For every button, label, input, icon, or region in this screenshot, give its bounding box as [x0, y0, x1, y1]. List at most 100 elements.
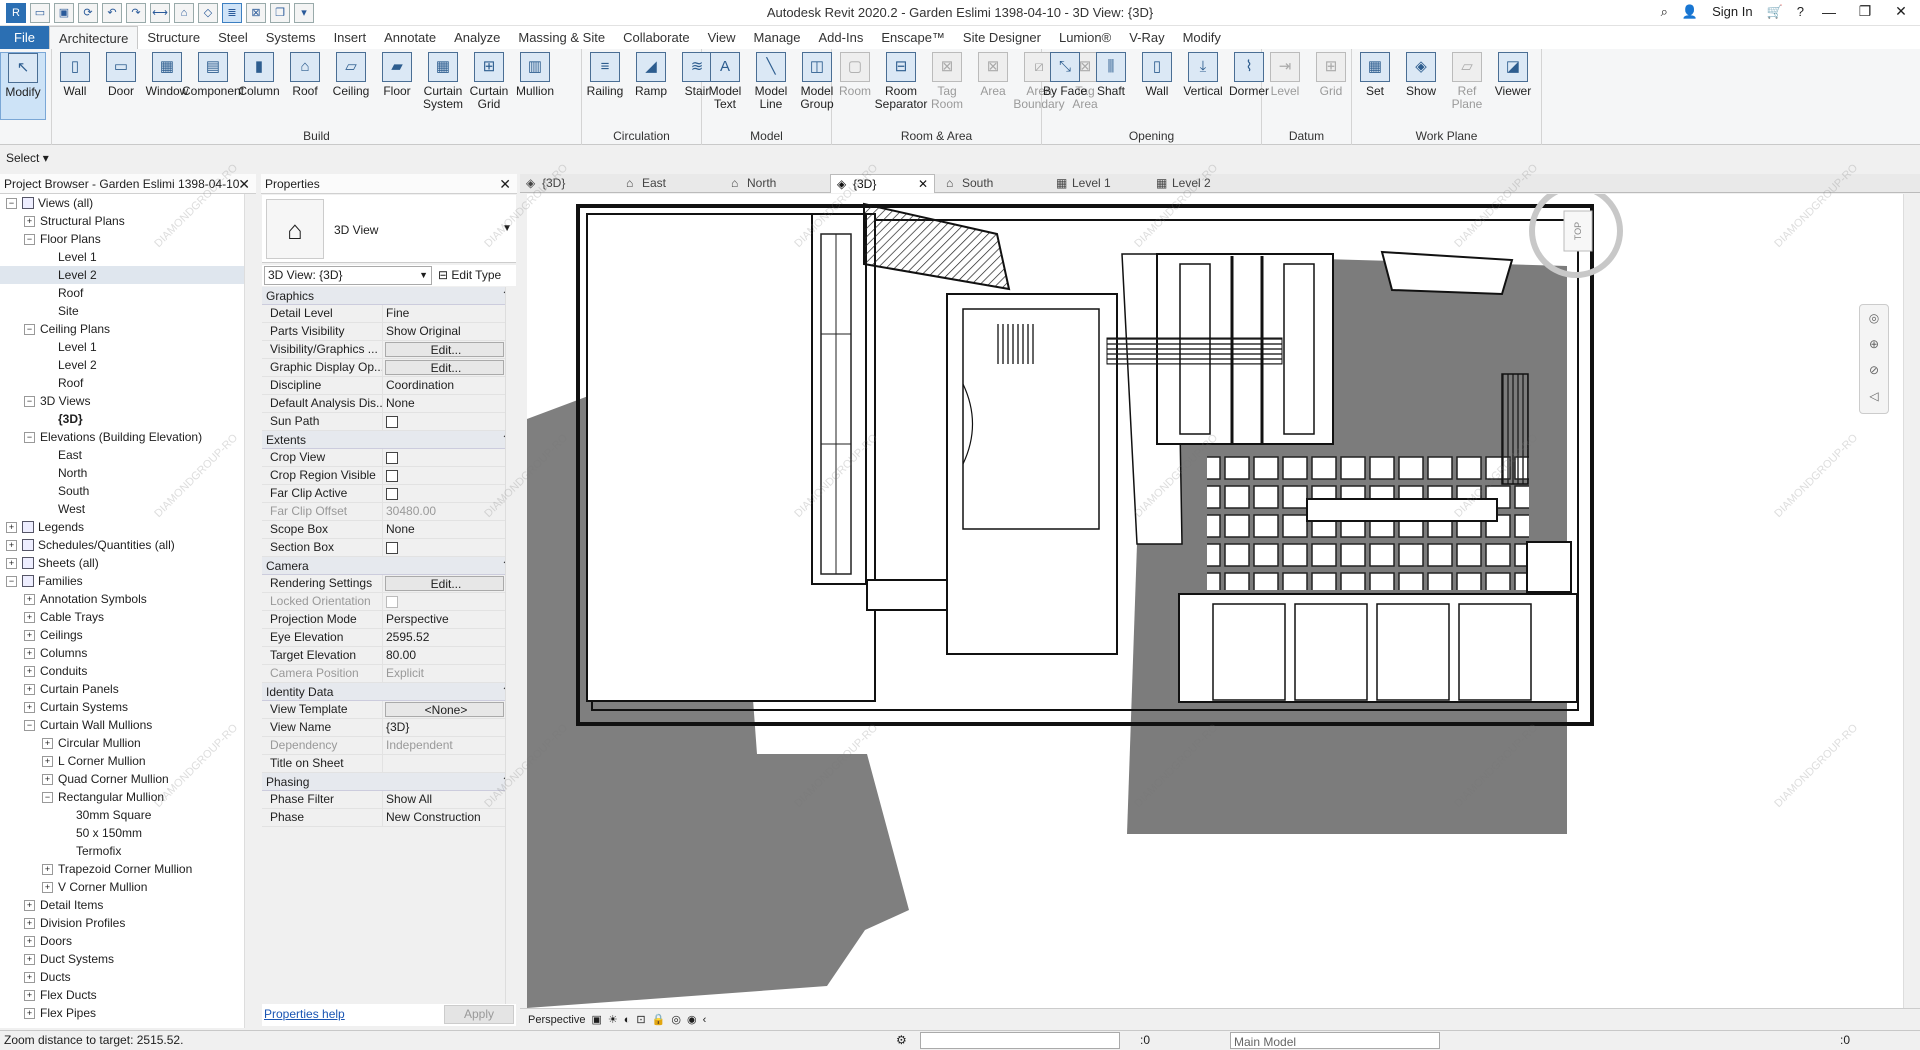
collapse-icon[interactable]: ‹: [703, 1014, 707, 1026]
expand-icon[interactable]: +: [42, 863, 53, 875]
expand-icon[interactable]: +: [6, 539, 17, 551]
browser-item[interactable]: North: [0, 464, 256, 482]
browser-item[interactable]: − Families: [0, 572, 256, 590]
view-tab[interactable]: ◈ {3D}: [520, 174, 625, 193]
browser-item[interactable]: 50 x 150mm: [0, 824, 256, 842]
tab-enscape[interactable]: Enscape™: [872, 26, 954, 49]
area-button[interactable]: ⊠ Area: [970, 52, 1016, 120]
tab-site-designer[interactable]: Site Designer: [954, 26, 1050, 49]
expand-icon[interactable]: +: [42, 737, 53, 749]
tab-v-ray[interactable]: V-Ray: [1120, 26, 1173, 49]
expand-icon[interactable]: +: [24, 215, 35, 227]
property-value[interactable]: None: [383, 521, 516, 538]
expand-icon[interactable]: +: [24, 971, 35, 983]
model-text-button[interactable]: A Model Text: [702, 52, 748, 120]
checkbox[interactable]: [386, 416, 398, 428]
workset-icon[interactable]: ⚙: [896, 1031, 907, 1050]
lock-3d-icon[interactable]: 🔒: [652, 1013, 666, 1026]
tab-insert[interactable]: Insert: [325, 26, 376, 49]
room-separator-button[interactable]: ⊟ Room Separator: [875, 52, 927, 120]
ceiling-button[interactable]: ▱ Ceiling: [328, 52, 374, 120]
vertical-button[interactable]: ⤓ Vertical: [1180, 52, 1226, 120]
property-section-header[interactable]: Graphics⌃: [262, 287, 516, 305]
tab-architecture[interactable]: Architecture: [48, 26, 139, 49]
property-value[interactable]: Show All: [383, 791, 516, 808]
modify-button[interactable]: ↖ Modify: [0, 52, 46, 120]
browser-item[interactable]: + Ceilings: [0, 626, 256, 644]
restore-button[interactable]: ❐: [1854, 3, 1876, 20]
edit-type-button[interactable]: ⊟ Edit Type: [438, 266, 514, 285]
browser-item[interactable]: Roof: [0, 374, 256, 392]
browser-item[interactable]: Termofix: [0, 842, 256, 860]
property-value[interactable]: None: [383, 395, 516, 412]
property-edit-button[interactable]: <None>: [385, 702, 504, 717]
tab-view[interactable]: View: [699, 26, 745, 49]
browser-item[interactable]: + V Corner Mullion: [0, 878, 256, 896]
set-button[interactable]: ▦ Set: [1352, 52, 1398, 120]
browser-item[interactable]: + Curtain Systems: [0, 698, 256, 716]
help-icon[interactable]: ?: [1797, 4, 1804, 19]
type-selector[interactable]: ⌂ 3D View ▼: [262, 195, 516, 263]
property-value[interactable]: {3D}: [383, 719, 516, 736]
browser-item[interactable]: − Curtain Wall Mullions: [0, 716, 256, 734]
curtain-grid-button[interactable]: ⊞ Curtain Grid: [466, 52, 512, 120]
property-value[interactable]: Coordination: [383, 377, 516, 394]
browser-item[interactable]: + Ducts: [0, 968, 256, 986]
browser-item[interactable]: + Structural Plans: [0, 212, 256, 230]
view-tab[interactable]: ◈ {3D} ✕: [830, 174, 935, 193]
expand-icon[interactable]: +: [24, 917, 35, 929]
sign-in-link[interactable]: Sign In: [1712, 4, 1752, 19]
close-icon[interactable]: ✕: [499, 174, 511, 194]
tab-massing-site[interactable]: Massing & Site: [509, 26, 614, 49]
browser-item[interactable]: + Quad Corner Mullion: [0, 770, 256, 788]
room-button[interactable]: ▢ Room: [832, 52, 878, 120]
show-button[interactable]: ◈ Show: [1398, 52, 1444, 120]
property-section-header[interactable]: Extents⌃: [262, 431, 516, 449]
property-value[interactable]: Show Original: [383, 323, 516, 340]
browser-item[interactable]: + Doors: [0, 932, 256, 950]
browser-item[interactable]: + Duct Systems: [0, 950, 256, 968]
column-button[interactable]: ▮ Column: [236, 52, 282, 120]
shaft-button[interactable]: ⫼ Shaft: [1088, 52, 1134, 120]
collapse-icon[interactable]: −: [6, 197, 17, 209]
expand-icon[interactable]: +: [6, 521, 17, 533]
expand-icon[interactable]: +: [42, 755, 53, 767]
tab-systems[interactable]: Systems: [257, 26, 325, 49]
collapse-icon[interactable]: −: [42, 791, 53, 803]
browser-item[interactable]: Level 1: [0, 248, 256, 266]
browser-item[interactable]: − Ceiling Plans: [0, 320, 256, 338]
browser-item[interactable]: Level 2: [0, 266, 256, 284]
browser-item[interactable]: − Floor Plans: [0, 230, 256, 248]
browser-item[interactable]: + Sheets (all): [0, 554, 256, 572]
browser-item[interactable]: + Flex Pipes: [0, 1004, 256, 1022]
sun-path-icon[interactable]: ☀: [608, 1013, 618, 1026]
model-view-canvas[interactable]: TOP: [527, 194, 1903, 1008]
checkbox[interactable]: [386, 542, 398, 554]
crop-icon[interactable]: ⊡: [636, 1013, 645, 1026]
expand-icon[interactable]: +: [24, 935, 35, 947]
by-face-button[interactable]: ⤡ By Face: [1042, 52, 1088, 120]
reveal-hidden-icon[interactable]: ◉: [687, 1013, 697, 1026]
chevron-down-icon[interactable]: ▼: [502, 223, 512, 234]
property-value[interactable]: Fine: [383, 305, 516, 322]
collapse-icon[interactable]: −: [24, 395, 35, 407]
browser-item[interactable]: − Rectangular Mullion: [0, 788, 256, 806]
browser-item[interactable]: + Columns: [0, 644, 256, 662]
close-tab-icon[interactable]: ✕: [918, 175, 928, 194]
property-section-header[interactable]: Phasing⌃: [262, 773, 516, 791]
browser-item[interactable]: South: [0, 482, 256, 500]
expand-icon[interactable]: +: [24, 593, 35, 605]
cart-icon[interactable]: 🛒: [1767, 4, 1783, 20]
component-button[interactable]: ▤ Component: [182, 52, 244, 120]
3d-viewport[interactable]: TOP ◎ ⊕ ⊘ ◁: [527, 194, 1903, 1008]
tab-structure[interactable]: Structure: [138, 26, 209, 49]
view-tab[interactable]: ⌂ East: [620, 174, 725, 193]
expand-icon[interactable]: +: [42, 773, 53, 785]
tab-modify[interactable]: Modify: [1174, 26, 1230, 49]
floor-button[interactable]: ▰ Floor: [374, 52, 420, 120]
door-button[interactable]: ▭ Door: [98, 52, 144, 120]
expand-icon[interactable]: +: [24, 647, 35, 659]
close-button[interactable]: ✕: [1890, 3, 1912, 20]
close-icon[interactable]: ✕: [238, 174, 250, 194]
checkbox[interactable]: [386, 452, 398, 464]
